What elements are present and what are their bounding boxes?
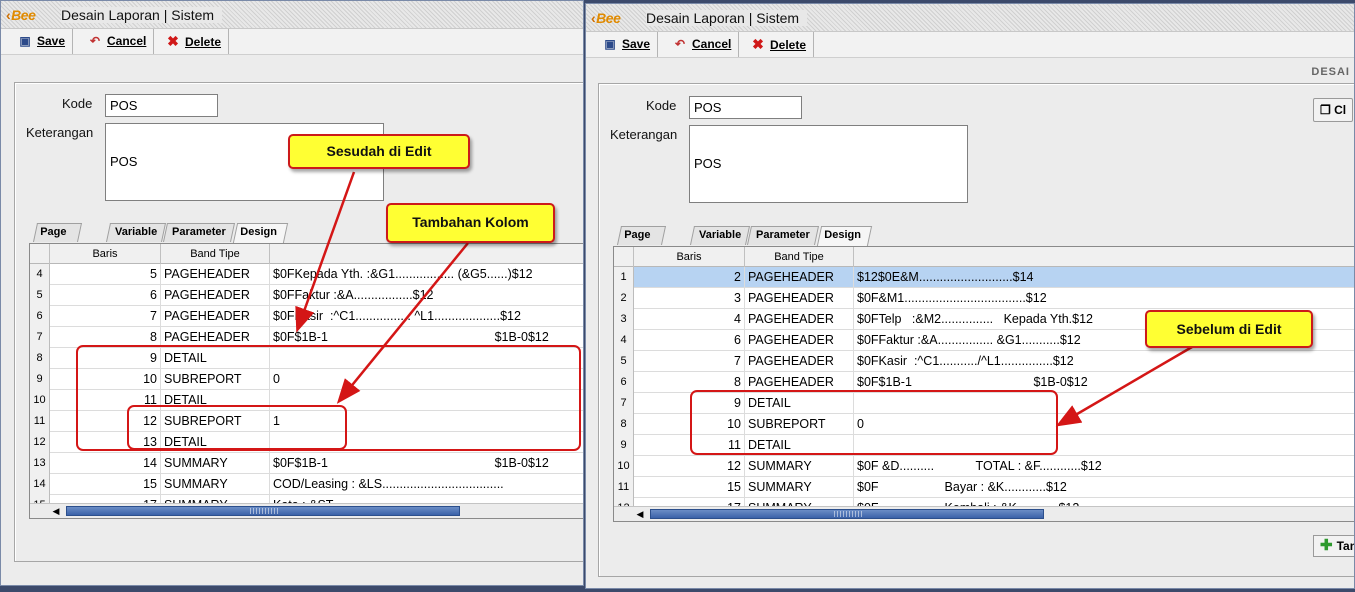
arrow-sesudah <box>295 171 356 333</box>
callout-sesudah-di-edit: Sesudah di Edit <box>288 134 470 169</box>
annotation-arrows <box>295 171 1193 427</box>
callout-sebelum-di-edit: Sebelum di Edit <box>1145 310 1313 348</box>
callout-tambahan-kolom: Tambahan Kolom <box>386 203 555 243</box>
arrow-tambahan <box>336 242 469 404</box>
arrow-sebelum <box>1055 345 1193 427</box>
